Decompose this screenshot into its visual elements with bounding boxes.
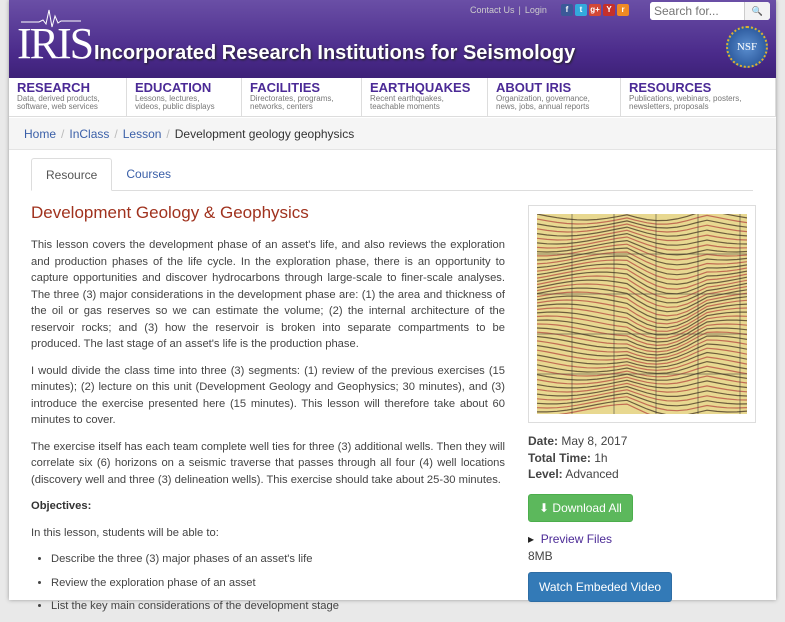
search-input[interactable]	[650, 2, 744, 20]
facebook-icon[interactable]: f	[561, 4, 573, 16]
site-title[interactable]: Incorporated Research Institutions for S…	[94, 42, 575, 65]
preview-files-toggle[interactable]: ▸ Preview Files	[528, 532, 756, 546]
twitter-icon[interactable]: t	[575, 4, 587, 16]
time-label: Total Time:	[528, 450, 591, 465]
level-value: Advanced	[565, 467, 619, 481]
breadcrumb-lesson[interactable]: Lesson	[123, 127, 162, 141]
contact-link[interactable]: Contact Us	[466, 5, 519, 15]
page: IRIS Incorporated Research Institutions …	[9, 0, 776, 612]
nav-facilities[interactable]: FACILITIES Directorates, programs, network…	[242, 78, 362, 116]
time-value: 1h	[594, 450, 608, 465]
level-label: Level:	[528, 467, 563, 481]
youtube-icon[interactable]: Y	[603, 4, 615, 16]
breadcrumb-current: Development geology geophysics	[174, 127, 355, 141]
objectives-heading: Objectives:	[31, 500, 92, 512]
nav-title: EDUCATION	[135, 80, 212, 95]
login-link[interactable]: Login	[521, 5, 551, 15]
download-all-button[interactable]: ⬇ Download All	[528, 493, 633, 522]
lesson-body: This lesson covers the development phase…	[31, 237, 505, 622]
nsf-logo[interactable]: NSF	[726, 26, 768, 68]
tab-courses[interactable]: Courses	[112, 158, 185, 190]
nav-subtitle: networks, centers	[250, 102, 313, 111]
rss-icon[interactable]: r	[617, 4, 629, 16]
iris-logo[interactable]: IRIS	[17, 18, 94, 69]
nav-about-iris[interactable]: ABOUT IRIS Organization, governance, news,…	[488, 78, 621, 116]
paragraph: The exercise itself has each team comple…	[31, 440, 505, 486]
date-value: May 8, 2017	[561, 434, 628, 448]
nav-title: RESOURCES	[629, 80, 712, 95]
nav-subtitle: software, web services	[17, 102, 98, 111]
list-item: Describe the three (3) major phases of a…	[51, 551, 505, 568]
objectives-list: Describe the three (3) major phases of a…	[51, 551, 505, 615]
list-item: List the key main considerations of the …	[51, 598, 505, 615]
seismic-image	[536, 209, 748, 422]
breadcrumb: Home / InClass / Lesson / Development geology …	[9, 118, 776, 150]
main-nav: RESEARCH Data, derived products, software,…	[9, 78, 776, 117]
nav-title: ABOUT IRIS	[496, 80, 572, 95]
paragraph: I would divide the class time into three…	[31, 364, 505, 427]
nav-subtitle: news, jobs, annual reports	[496, 102, 590, 111]
nav-resources[interactable]: RESOURCES Publications, webinars, posters…	[621, 78, 776, 116]
nav-earthquakes[interactable]: EARTHQUAKES Recent earthquakes, teachable …	[362, 78, 488, 116]
objectives-intro: In this lesson, students will be able to…	[31, 526, 219, 539]
paragraph: This lesson covers the development phase…	[31, 239, 505, 350]
tabs: Resource Courses	[31, 158, 753, 191]
nav-title: EARTHQUAKES	[370, 80, 471, 95]
nav-title: FACILITIES	[250, 80, 321, 95]
nav-subtitle: videos, public displays	[135, 102, 215, 111]
search-button[interactable]: 🔍	[744, 2, 770, 20]
download-icon: ⬇	[539, 500, 550, 515]
sidebar: Date: May 8, 2017 Total Time: 1h Level: …	[528, 205, 756, 602]
nav-subtitle: teachable moments	[370, 102, 440, 111]
nav-education[interactable]: EDUCATION Lessons, lectures, videos, publi…	[127, 78, 242, 116]
breadcrumb-home[interactable]: Home	[24, 127, 56, 141]
nav-title: RESEARCH	[17, 80, 90, 95]
file-size: 8MB	[528, 548, 553, 563]
tab-resource[interactable]: Resource	[31, 158, 113, 191]
caret-right-icon: ▸	[528, 531, 535, 546]
google-plus-icon[interactable]: g+	[589, 4, 601, 16]
seismic-thumbnail[interactable]	[528, 205, 756, 423]
site-header: IRIS Incorporated Research Institutions …	[9, 0, 776, 78]
date-label: Date:	[528, 434, 559, 448]
search-box: 🔍	[650, 2, 770, 20]
list-item: Review the exploration phase of an asset	[51, 575, 505, 592]
download-label: Download All	[552, 500, 622, 515]
watch-video-button[interactable]: Watch Embeded Video	[528, 571, 673, 602]
preview-label: Preview Files	[540, 531, 613, 546]
nav-research[interactable]: RESEARCH Data, derived products, software,…	[9, 78, 127, 116]
breadcrumb-inclass[interactable]: InClass	[69, 127, 109, 141]
nav-subtitle: newsletters, proposals	[629, 102, 709, 111]
lesson-title: Development Geology & Geophysics	[31, 203, 309, 222]
